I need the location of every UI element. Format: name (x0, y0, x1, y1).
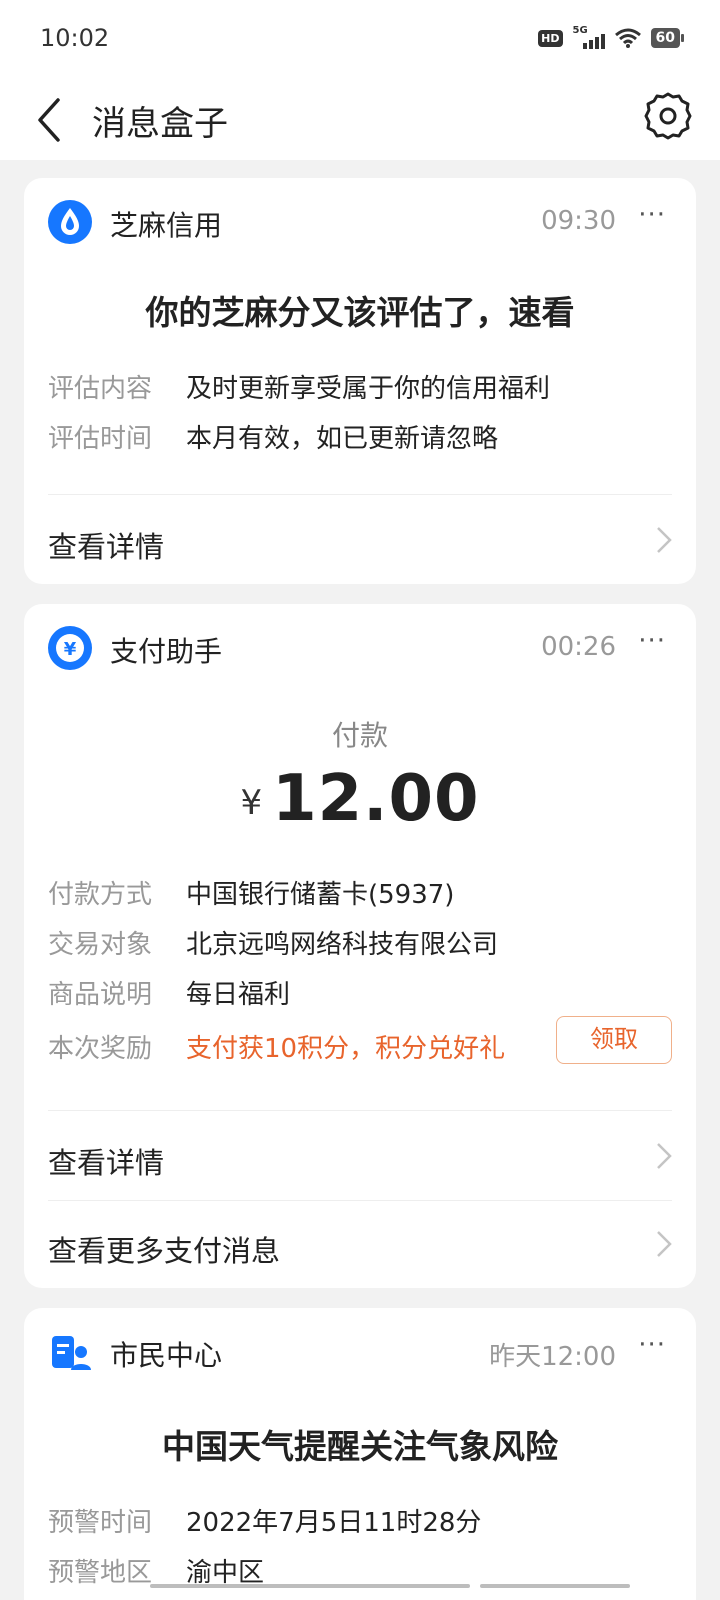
more-options-icon[interactable]: ··· (638, 626, 666, 656)
app-name: 市民中心 (110, 1339, 223, 1372)
link-label: 查看详情 (48, 530, 165, 564)
app-name: 芝麻信用 (110, 209, 223, 242)
card-header: ¥ 支付助手 00:26 ··· (24, 604, 696, 696)
message-title: 你的芝麻分又该评估了，速看 (145, 293, 575, 332)
view-details-link[interactable]: 查看详情 (24, 496, 696, 584)
signal-icon: 5G (572, 25, 605, 49)
detail-row: 评估时间 本月有效，如已更新请忽略 (24, 410, 696, 460)
status-icons: HD 5G 60 (538, 25, 685, 49)
detail-row: 商品说明 每日福利 (24, 966, 696, 1016)
payment-label: 付款 (331, 719, 388, 752)
detail-value: 北京远鸣网络科技有限公司 (186, 930, 499, 960)
detail-rows: 评估内容 及时更新享受属于你的信用福利 评估时间 本月有效，如已更新请忽略 (24, 360, 696, 460)
back-chevron-icon[interactable] (30, 90, 80, 146)
detail-row: 付款方式 中国银行储蓄卡(5937) (24, 866, 696, 916)
detail-label: 付款方式 (48, 880, 153, 910)
more-payment-messages-link[interactable]: 查看更多支付消息 (24, 1200, 696, 1288)
detail-label: 商品说明 (48, 980, 153, 1010)
network-type: 5G (572, 25, 588, 36)
card-header: 市民中心 昨天12:00 ··· (24, 1308, 696, 1400)
detail-label: 评估时间 (48, 424, 153, 454)
divider (48, 1110, 672, 1111)
gesture-bar (0, 1584, 720, 1590)
message-card-payment: ¥ 支付助手 00:26 ··· 付款 ¥12.00 付款方式 中国银行储蓄卡(… (24, 604, 696, 1288)
message-card-zhima: 芝麻信用 09:30 ··· 你的芝麻分又该评估了，速看 评估内容 及时更新享受… (24, 178, 696, 584)
detail-label: 交易对象 (48, 930, 153, 960)
more-options-icon[interactable]: ··· (638, 1330, 666, 1360)
message-title: 中国天气提醒关注气象风险 (162, 1427, 558, 1466)
divider (48, 494, 672, 495)
payment-amount: ¥12.00 (24, 762, 696, 836)
status-bar: 10:02 HD 5G 60 (0, 0, 720, 78)
link-label: 查看详情 (48, 1146, 165, 1180)
amount-value: 12.00 (272, 762, 480, 836)
message-card-citizen: 市民中心 昨天12:00 ··· 中国天气提醒关注气象风险 预警时间 2022年… (24, 1308, 696, 1600)
view-details-link[interactable]: 查看详情 (24, 1112, 696, 1200)
hd-icon: HD (538, 29, 563, 47)
message-time: 昨天12:00 (489, 1342, 616, 1372)
chevron-right-icon (657, 1143, 672, 1169)
detail-label: 评估内容 (48, 374, 153, 404)
detail-value: 中国银行储蓄卡(5937) (186, 880, 455, 910)
message-time: 00:26 (541, 632, 616, 662)
detail-rows: 预警时间 2022年7月5日11时28分 预警地区 渝中区 (24, 1494, 696, 1594)
chevron-right-icon (657, 1231, 672, 1257)
chevron-right-icon (657, 527, 672, 553)
detail-row: 预警时间 2022年7月5日11时28分 (24, 1494, 696, 1544)
detail-rows: 付款方式 中国银行储蓄卡(5937) 交易对象 北京远鸣网络科技有限公司 商品说… (24, 866, 696, 1074)
yuan-circle-icon: ¥ (48, 626, 92, 670)
message-time: 09:30 (541, 206, 616, 236)
nav-bar: 消息盒子 (0, 78, 720, 160)
svg-text:¥: ¥ (64, 639, 77, 660)
detail-label: 预警时间 (48, 1508, 153, 1538)
status-time: 10:02 (40, 24, 110, 52)
reward-row: 本次奖励 支付获10积分，积分兑好礼 领取 (24, 1016, 696, 1074)
card-header: 芝麻信用 09:30 ··· (24, 178, 696, 270)
link-label: 查看更多支付消息 (48, 1234, 281, 1268)
detail-value: 每日福利 (186, 980, 291, 1010)
app-name: 支付助手 (110, 635, 223, 668)
citizen-center-icon (52, 1336, 91, 1370)
detail-row: 交易对象 北京远鸣网络科技有限公司 (24, 916, 696, 966)
detail-value: 及时更新享受属于你的信用福利 (186, 374, 551, 404)
detail-value: 2022年7月5日11时28分 (186, 1508, 482, 1538)
claim-button[interactable]: 领取 (556, 1016, 672, 1064)
page-title: 消息盒子 (92, 104, 228, 144)
detail-row: 评估内容 及时更新享受属于你的信用福利 (24, 360, 696, 410)
gear-icon[interactable] (640, 88, 696, 144)
zhima-drop-icon (48, 200, 92, 244)
detail-value: 本月有效，如已更新请忽略 (186, 424, 499, 454)
battery-icon: 60 (650, 28, 685, 48)
detail-label: 本次奖励 (48, 1034, 153, 1064)
more-options-icon[interactable]: ··· (638, 200, 666, 230)
wifi-icon (614, 28, 641, 48)
currency-symbol: ¥ (240, 783, 263, 823)
reward-value: 支付获10积分，积分兑好礼 (186, 1034, 506, 1064)
